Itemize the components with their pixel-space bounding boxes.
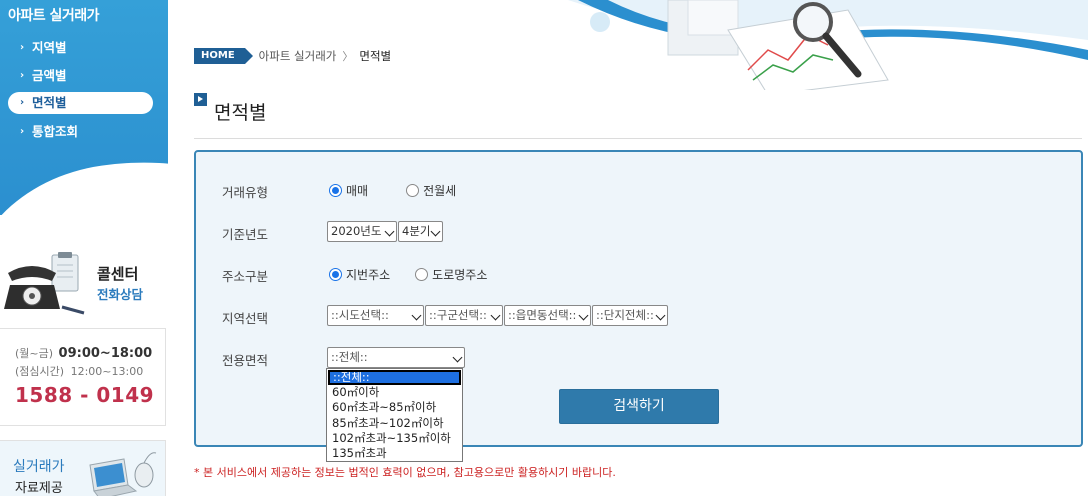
- complex-select[interactable]: ::단지전체::: [592, 305, 668, 326]
- data-service-subtitle: 자료제공: [15, 481, 63, 496]
- area-select[interactable]: ::전체::: [327, 347, 465, 368]
- lunch-hours: (점심시간) 12:00~13:00: [15, 363, 143, 379]
- callcenter-banner: 콜센터 전화상담: [0, 245, 168, 325]
- trade-type-label: 거래유형: [222, 185, 269, 200]
- title-divider: [194, 138, 1082, 139]
- side-nav-title: 아파트 실거래가: [8, 8, 100, 24]
- address-type-label: 주소구분: [222, 269, 269, 284]
- breadcrumb-current: 면적별: [359, 49, 392, 63]
- trade-type-option-sale[interactable]: 매매: [329, 182, 368, 199]
- breadcrumb-section[interactable]: 아파트 실거래가: [259, 48, 337, 64]
- sidebar-item-region[interactable]: › 지역별: [8, 37, 153, 59]
- gugun-select[interactable]: ::구군선택::: [425, 305, 503, 326]
- sidebar-item-combined[interactable]: › 통합조회: [8, 121, 153, 143]
- dropdown-option[interactable]: 102㎡초과~135㎡이하: [327, 431, 462, 446]
- area-label: 전용면적: [222, 353, 269, 368]
- sidebar-item-label: 면적별: [32, 95, 67, 110]
- dropdown-option[interactable]: 85㎡초과~102㎡이하: [327, 416, 462, 431]
- select-value: ::단지전체::: [596, 308, 654, 322]
- chevron-right-icon: 〉: [342, 50, 354, 63]
- chevron-down-icon: [411, 310, 422, 321]
- chevron-down-icon: [578, 310, 589, 321]
- select-value: ::전체::: [331, 350, 368, 364]
- address-option-jibun[interactable]: 지번주소: [329, 266, 390, 283]
- select-value: 4분기: [402, 224, 431, 238]
- chevron-down-icon: [655, 310, 666, 321]
- panel-wave-decoration: [0, 144, 168, 215]
- sidebar-item-price[interactable]: › 금액별: [8, 65, 153, 87]
- select-value: ::구군선택::: [429, 308, 487, 322]
- chevron-down-icon: [430, 226, 441, 237]
- chevron-down-icon: [384, 226, 395, 237]
- disclaimer-notice: * 본 서비스에서 제공하는 정보는 법적인 효력이 없으며, 참고용으로만 활…: [194, 466, 616, 479]
- select-value: 2020년도: [331, 224, 382, 238]
- quarter-select[interactable]: 4분기: [398, 221, 443, 242]
- radio-label: 전월세: [423, 184, 457, 198]
- region-label: 지역선택: [222, 311, 269, 326]
- weekday-label: (월~금): [15, 347, 54, 360]
- service-hours-box: (월~금) 09:00~18:00 (점심시간) 12:00~13:00 158…: [0, 328, 166, 426]
- address-option-road[interactable]: 도로명주소: [415, 266, 487, 283]
- title-arrow-icon: [194, 93, 207, 106]
- sidebar-item-area[interactable]: › 면적별: [8, 92, 153, 114]
- weekday-time: 09:00~18:00: [58, 346, 153, 361]
- base-year-label: 기준년도: [222, 227, 269, 242]
- dropdown-option[interactable]: 135㎡초과: [327, 446, 462, 461]
- radio-label: 도로명주소: [432, 268, 488, 282]
- breadcrumb-home[interactable]: HOME: [194, 48, 253, 64]
- radio-label: 지번주소: [346, 268, 391, 282]
- radio-unchecked-icon[interactable]: [406, 184, 420, 197]
- radio-label: 매매: [346, 184, 369, 198]
- radio-checked-icon[interactable]: [329, 268, 342, 281]
- header-decoration: [568, 0, 1088, 90]
- dong-select[interactable]: ::읍면동선택::: [504, 305, 591, 326]
- laptop-mouse-icon: [89, 452, 157, 496]
- breadcrumb: HOME 아파트 실거래가 〉 면적별: [194, 47, 391, 65]
- select-value: ::읍면동선택::: [508, 308, 577, 322]
- sidebar: 아파트 실거래가 › 지역별 › 금액별 › 면적별 › 통합조회 콜센터 전화…: [0, 0, 168, 496]
- callcenter-subtitle: 전화상담: [97, 287, 144, 302]
- lunch-label: (점심시간): [15, 365, 65, 378]
- year-select[interactable]: 2020년도: [327, 221, 397, 242]
- area-dropdown-list: ::전체:: 60㎡이하 60㎡초과~85㎡이하 85㎡초과~102㎡이하 10…: [326, 368, 463, 462]
- chevron-right-icon: ›: [20, 70, 25, 81]
- sido-select[interactable]: ::시도선택::: [327, 305, 424, 326]
- telephone-icon: [4, 252, 85, 315]
- page-title: 면적별: [214, 102, 267, 124]
- search-button[interactable]: 검색하기: [559, 389, 719, 424]
- radio-checked-icon[interactable]: [329, 184, 342, 197]
- address-type-radio-group: 지번주소 도로명주소: [329, 266, 487, 283]
- side-nav-panel: 아파트 실거래가 › 지역별 › 금액별 › 면적별 › 통합조회: [0, 0, 168, 215]
- sidebar-item-label: 지역별: [32, 40, 67, 55]
- lunch-time: 12:00~13:00: [70, 365, 144, 378]
- dropdown-option[interactable]: 60㎡이하: [327, 385, 462, 400]
- callcenter-phone-number: 1588 - 0149: [15, 383, 155, 407]
- chevron-right-icon: ›: [20, 126, 25, 137]
- dropdown-option[interactable]: ::전체::: [328, 370, 461, 386]
- chevron-right-icon: ›: [20, 97, 25, 108]
- callcenter-title: 콜센터: [97, 265, 139, 283]
- chevron-right-icon: ›: [20, 42, 25, 53]
- data-service-banner[interactable]: 실거래가 자료제공: [0, 440, 166, 496]
- chevron-down-icon: [452, 352, 463, 363]
- trade-type-radio-group: 매매 전월세: [329, 182, 456, 199]
- weekday-hours: (월~금) 09:00~18:00: [15, 345, 152, 361]
- chevron-down-icon: [490, 310, 501, 321]
- trade-type-option-rent[interactable]: 전월세: [406, 182, 456, 199]
- radio-unchecked-icon[interactable]: [415, 268, 429, 281]
- dropdown-option[interactable]: 60㎡초과~85㎡이하: [327, 400, 462, 415]
- select-value: ::시도선택::: [331, 308, 389, 322]
- sidebar-item-label: 통합조회: [32, 124, 79, 139]
- data-service-title: 실거래가: [13, 459, 65, 475]
- sidebar-item-label: 금액별: [32, 68, 67, 83]
